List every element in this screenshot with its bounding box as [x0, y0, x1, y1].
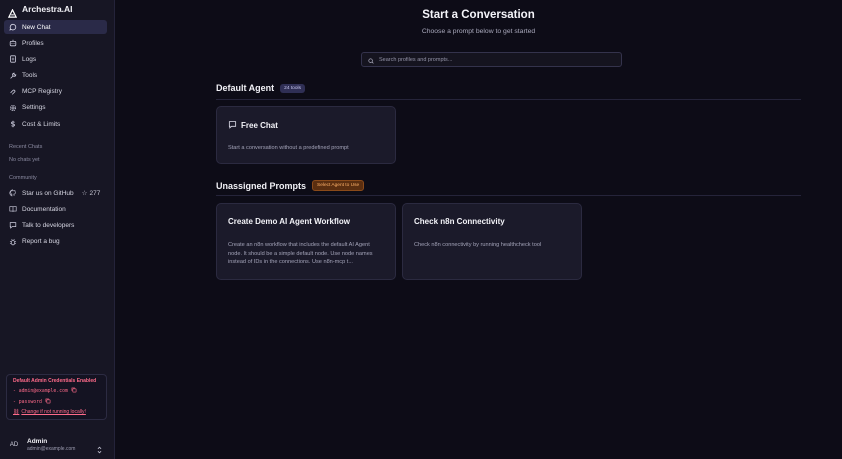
change-credentials-link[interactable]: ⛓ Change if not running locally!	[13, 409, 100, 415]
search-box[interactable]	[361, 52, 622, 67]
user-email: admin@example.com	[27, 446, 76, 452]
documentation-link-label: Documentation	[22, 205, 66, 213]
dollar-icon	[9, 120, 17, 128]
unassigned-prompts-header: Unassigned Prompts Select Agent to Use	[216, 180, 365, 191]
section-divider	[216, 195, 801, 196]
section-divider	[216, 99, 801, 100]
avatar: AD	[9, 442, 19, 448]
prompt-card-create-demo-workflow[interactable]: Create Demo AI Agent Workflow Create an …	[216, 203, 396, 280]
card-title: Create Demo AI Agent Workflow	[228, 217, 350, 226]
bug-icon	[9, 238, 17, 246]
user-menu[interactable]: AD Admin admin@example.com	[4, 436, 107, 454]
search-icon	[368, 51, 374, 69]
default-agent-title: Default Agent	[216, 83, 275, 93]
card-title: Free Chat	[228, 120, 278, 131]
logs-icon	[9, 55, 17, 63]
card-title-text: Free Chat	[241, 121, 278, 130]
sidebar-item-label: MCP Registry	[22, 88, 62, 96]
default-agent-header: Default Agent 24 tools	[216, 83, 305, 93]
sidebar-item-label: Profiles	[22, 39, 44, 47]
recent-chats-heading: Recent Chats	[9, 144, 43, 150]
sidebar-item-tools[interactable]: Tools	[4, 69, 107, 83]
copy-email-icon[interactable]	[71, 387, 77, 395]
registry-icon	[9, 88, 17, 96]
archestra-logo-icon	[7, 5, 18, 18]
change-credentials-label: Change if not running locally!	[21, 409, 86, 415]
github-star-count: ☆ 277	[81, 189, 101, 198]
github-star-link[interactable]: Star us on GitHub ☆ 277	[4, 186, 107, 200]
star-icon: ☆	[81, 190, 88, 197]
credentials-email-value: - admin@example.com	[13, 388, 68, 394]
search-input[interactable]	[379, 56, 609, 63]
talk-to-developers-label: Talk to developers	[22, 221, 75, 229]
user-info: Admin admin@example.com	[27, 438, 75, 452]
credentials-password: - password	[13, 398, 100, 406]
main-content: Start a Conversation Choose a prompt bel…	[115, 0, 842, 459]
brand[interactable]: Archestra.AI	[7, 2, 73, 18]
chat-bubble-icon	[9, 23, 17, 31]
sidebar-item-logs[interactable]: Logs	[4, 52, 107, 66]
credentials-warning-title: Default Admin Credentials Enabled	[13, 378, 97, 384]
credentials-email: - admin@example.com	[13, 387, 100, 395]
sidebar-nav: New Chat Profiles Logs Tools MCP Registr…	[4, 20, 107, 133]
select-agent-badge: Select Agent to Use	[312, 180, 365, 191]
copy-password-icon[interactable]	[45, 398, 51, 406]
sidebar: Archestra.AI New Chat Profiles Logs Tool…	[0, 0, 115, 459]
chevron-up-down-icon	[96, 441, 103, 459]
sidebar-item-label: Settings	[22, 104, 46, 112]
report-bug-link[interactable]: Report a bug	[4, 235, 107, 249]
no-chats-text: No chats yet	[9, 157, 40, 163]
sidebar-item-mcp-registry[interactable]: MCP Registry	[4, 85, 107, 99]
star-count-value: 277	[89, 189, 101, 197]
wrench-icon	[9, 72, 17, 80]
talk-to-developers-link[interactable]: Talk to developers	[4, 218, 107, 232]
brand-name: Archestra.AI	[22, 4, 73, 14]
card-description: Create an n8n workflow that includes the…	[228, 242, 373, 265]
sidebar-item-settings[interactable]: Settings	[4, 101, 107, 115]
sidebar-item-label: Logs	[22, 55, 37, 63]
report-bug-label: Report a bug	[22, 238, 60, 246]
community-heading: Community	[9, 175, 37, 181]
sidebar-item-label: New Chat	[22, 23, 51, 31]
page-title: Start a Conversation	[422, 9, 535, 21]
link-icon: ⛓	[13, 409, 20, 415]
card-description: Start a conversation without a predefine…	[228, 145, 349, 151]
sidebar-item-cost-limits[interactable]: Cost & Limits	[4, 117, 107, 131]
unassigned-prompts-title: Unassigned Prompts	[216, 180, 307, 191]
prompt-card-free-chat[interactable]: Free Chat Start a conversation without a…	[216, 106, 396, 164]
sidebar-item-profiles[interactable]: Profiles	[4, 36, 107, 50]
book-icon	[9, 205, 17, 213]
community-links: Star us on GitHub ☆ 277 Documentation Tal…	[4, 186, 107, 251]
prompt-card-check-n8n-connectivity[interactable]: Check n8n Connectivity Check n8n connect…	[402, 203, 582, 280]
message-icon	[9, 221, 17, 230]
github-icon	[9, 189, 17, 197]
sidebar-item-new-chat[interactable]: New Chat	[4, 20, 107, 34]
sidebar-item-label: Cost & Limits	[22, 120, 61, 128]
bot-icon	[9, 39, 17, 47]
github-link-label: Star us on GitHub	[22, 189, 74, 197]
card-description: Check n8n connectivity by running health…	[414, 242, 542, 248]
sidebar-item-label: Tools	[22, 72, 38, 80]
page-subtitle: Choose a prompt below to get started	[421, 28, 536, 35]
card-title: Check n8n Connectivity	[414, 217, 505, 226]
message-square-icon	[228, 120, 237, 131]
credentials-password-value: - password	[13, 399, 42, 405]
default-credentials-warning: Default Admin Credentials Enabled - admi…	[6, 374, 107, 420]
tools-count-badge: 24 tools	[280, 83, 305, 93]
documentation-link[interactable]: Documentation	[4, 202, 107, 216]
gear-icon	[9, 104, 17, 112]
user-name: Admin	[27, 438, 48, 445]
